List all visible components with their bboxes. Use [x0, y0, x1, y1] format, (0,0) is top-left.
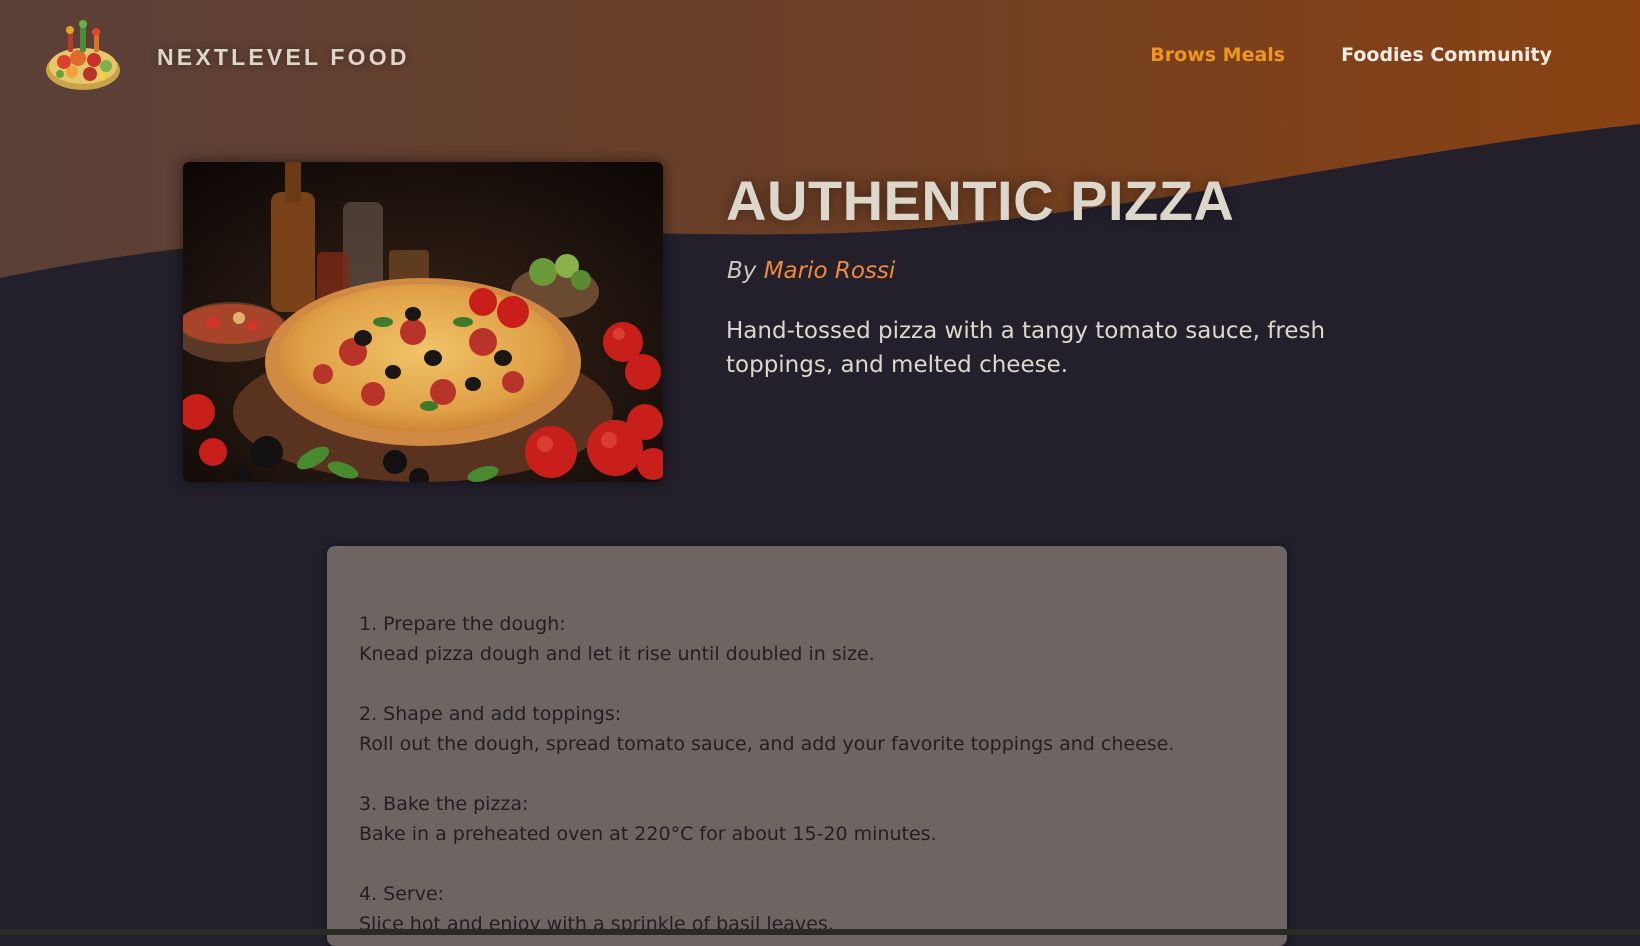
main-nav: Brows Meals Foodies Community	[1150, 44, 1552, 66]
meal-image	[183, 162, 663, 482]
instructions-panel: 1. Prepare the dough: Knead pizza dough …	[327, 546, 1287, 946]
home-logo-link[interactable]: NextLevel Food	[44, 20, 410, 94]
author-link[interactable]: Mario Rossi	[764, 258, 896, 284]
step-text: Knead pizza dough and let it rise until …	[359, 643, 875, 665]
brand-name: NextLevel Food	[157, 43, 410, 70]
step-heading: 2. Shape and add toppings:	[359, 703, 622, 725]
step-heading: 1. Prepare the dough:	[359, 613, 566, 635]
site-header: NextLevel Food Brows Meals Foodies Commu…	[0, 0, 1640, 118]
nav-link-browse-meals[interactable]: Brows Meals	[1150, 44, 1285, 66]
meal-byline: By Mario Rossi	[727, 258, 895, 284]
pizza-photo	[183, 162, 663, 482]
meal-title: Authentic Pizza	[726, 169, 1235, 232]
byline-prefix: By	[727, 258, 757, 284]
step-text: Bake in a preheated oven at 220°C for ab…	[359, 823, 937, 845]
step-heading: 3. Bake the pizza:	[359, 793, 529, 815]
bottom-edge-strip	[0, 929, 1640, 935]
meal-summary: Hand-tossed pizza with a tangy tomato sa…	[726, 318, 1326, 378]
step-heading: 4. Serve:	[359, 883, 445, 905]
instruction-step: 3. Bake the pizza: Bake in a preheated o…	[359, 789, 1287, 849]
step-text: Roll out the dough, spread tomato sauce,…	[359, 733, 1175, 755]
food-platter-icon	[46, 20, 120, 90]
instruction-step: 2. Shape and add toppings: Roll out the …	[359, 699, 1287, 759]
instruction-step: 1. Prepare the dough: Knead pizza dough …	[359, 609, 1287, 669]
instructions-steps: 1. Prepare the dough: Knead pizza dough …	[359, 609, 1287, 939]
nav-link-foodies-community[interactable]: Foodies Community	[1341, 44, 1552, 66]
